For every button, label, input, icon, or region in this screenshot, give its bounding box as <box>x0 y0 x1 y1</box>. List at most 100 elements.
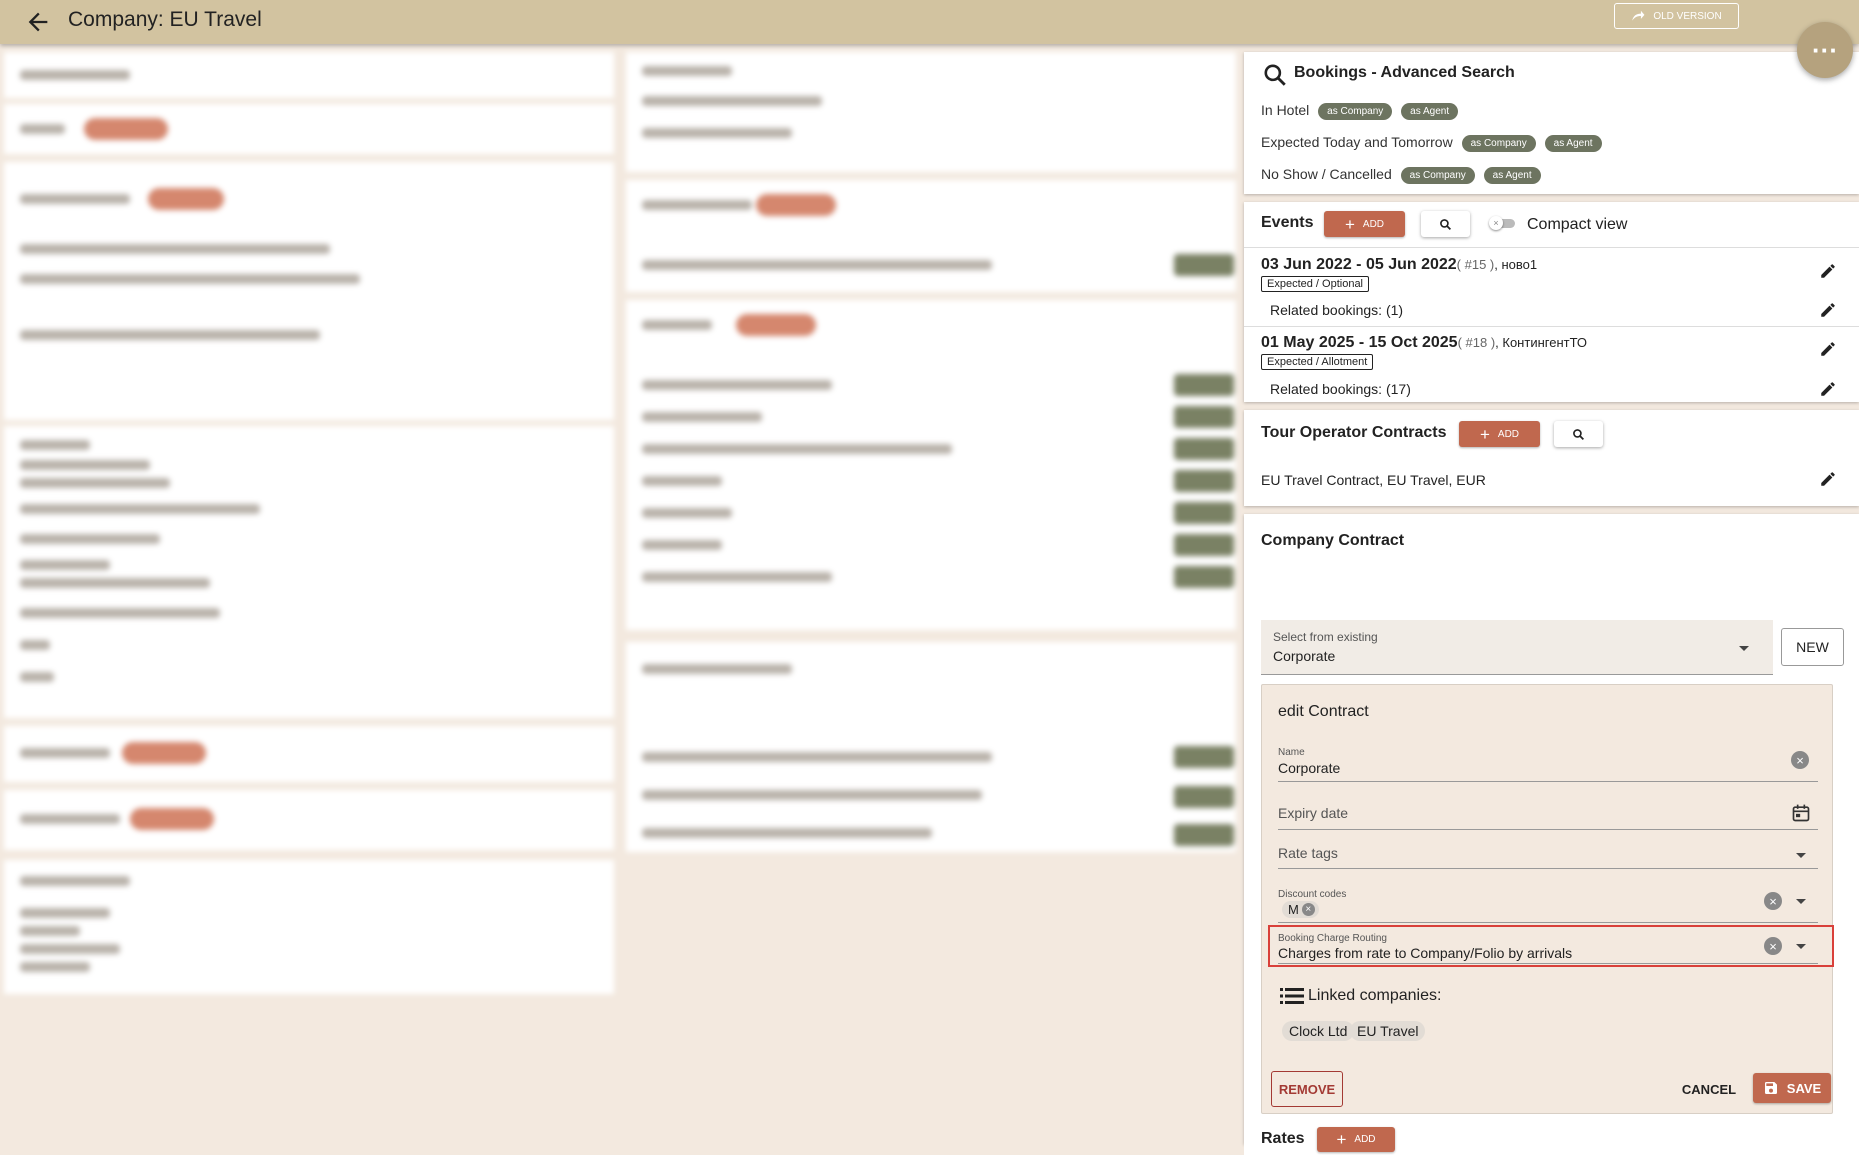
chevron-down-icon[interactable] <box>1796 853 1806 858</box>
as-agent-tag[interactable]: as Agent <box>1483 166 1541 184</box>
search-row-label: Expected Today and Tomorrow <box>1261 134 1453 150</box>
search-events-button[interactable] <box>1421 211 1470 237</box>
event-item-title[interactable]: 03 Jun 2022 - 05 Jun 2022( #15 ), ново1 <box>1261 256 1537 274</box>
edit-pencil-icon[interactable] <box>1819 470 1837 488</box>
as-company-tag[interactable]: as Company <box>1400 166 1475 184</box>
linked-companies-title: Linked companies: <box>1308 987 1442 1004</box>
as-agent-tag[interactable]: as Agent <box>1544 134 1602 152</box>
company-contract-card: Company Contract Select from existing Co… <box>1244 514 1859 1144</box>
chevron-down-icon[interactable] <box>1796 899 1806 904</box>
save-button[interactable]: SAVE <box>1753 1073 1831 1103</box>
chevron-down-icon <box>1739 646 1749 651</box>
as-company-tag[interactable]: as Company <box>1318 102 1393 120</box>
event-status-tag: Expected / Optional <box>1261 276 1370 292</box>
field-underline <box>1278 922 1818 923</box>
blurred-card <box>4 860 614 994</box>
chevron-down-icon[interactable] <box>1796 944 1806 949</box>
add-rate-button[interactable]: + ADD <box>1317 1127 1395 1152</box>
routing-label: Booking Charge Routing <box>1278 933 1387 944</box>
cancel-button[interactable]: CANCEL <box>1673 1073 1745 1105</box>
search-row-noshow: No Show / Cancelled as Company as Agent <box>1261 166 1541 184</box>
calendar-icon[interactable] <box>1791 803 1811 823</box>
contract-select[interactable]: Select from existing Corporate <box>1261 620 1773 675</box>
old-version-button[interactable]: OLD VERSION <box>1614 3 1739 29</box>
events-title: Events <box>1261 214 1314 231</box>
search-tour-contracts-button[interactable] <box>1554 421 1603 447</box>
event-id: ( #15 ) <box>1456 257 1495 272</box>
events-card: Events + ADD × Compact view 03 Jun 2022 -… <box>1244 202 1859 402</box>
clear-routing-icon[interactable]: × <box>1764 937 1782 955</box>
page-title: Company: EU Travel <box>68 8 262 31</box>
as-agent-tag[interactable]: as Agent <box>1401 102 1459 120</box>
edit-pencil-icon[interactable] <box>1819 380 1837 398</box>
edit-pencil-icon[interactable] <box>1819 301 1837 319</box>
name-label: Name <box>1278 747 1305 758</box>
event-item-title[interactable]: 01 May 2025 - 15 Oct 2025( #18 ), Контин… <box>1261 334 1587 352</box>
clear-name-icon[interactable]: × <box>1791 751 1809 769</box>
redo-icon <box>1632 10 1645 21</box>
edit-contract-title: edit Contract <box>1278 703 1369 720</box>
edit-pencil-icon[interactable] <box>1819 340 1837 358</box>
discount-chip: M × <box>1282 901 1319 918</box>
more-actions-button[interactable]: ··· <box>1797 22 1853 78</box>
tour-contract-item[interactable]: EU Travel Contract, EU Travel, EUR <box>1261 472 1486 488</box>
blurred-card <box>4 726 614 782</box>
tour-operator-title: Tour Operator Contracts <box>1261 424 1447 441</box>
top-app-bar: Company: EU Travel OLD VERSION <box>0 0 1859 44</box>
edit-pencil-icon[interactable] <box>1819 262 1837 280</box>
routing-value: Charges from rate to Company/Folio by ar… <box>1278 945 1573 961</box>
divider <box>1244 247 1859 248</box>
search-row-expected: Expected Today and Tomorrow as Company a… <box>1261 134 1602 152</box>
plus-icon: + <box>1479 424 1490 444</box>
blurred-card <box>626 300 1236 630</box>
save-label: SAVE <box>1786 1080 1822 1096</box>
blurred-card <box>626 180 1236 292</box>
booking-charge-routing-field[interactable]: Booking Charge Routing Charges from rate… <box>1268 925 1834 967</box>
new-contract-button[interactable]: NEW <box>1781 628 1844 666</box>
add-tour-contract-button[interactable]: + ADD <box>1459 421 1540 447</box>
rates-title: Rates <box>1261 1130 1305 1147</box>
search-row-label: No Show / Cancelled <box>1261 166 1392 182</box>
plus-icon: + <box>1344 214 1355 234</box>
divider <box>1244 326 1859 327</box>
right-column: Bookings - Advanced Search In Hotel as C… <box>1244 52 1859 1155</box>
add-label: ADD <box>1362 218 1385 230</box>
back-arrow-icon[interactable] <box>24 8 52 36</box>
company-contract-title: Company Contract <box>1261 532 1405 549</box>
discount-chip-label: M <box>1288 902 1299 917</box>
field-underline <box>1278 781 1818 782</box>
select-label: Select from existing <box>1273 630 1378 644</box>
search-row-label: In Hotel <box>1261 102 1310 118</box>
compact-view-toggle[interactable]: × <box>1489 216 1515 230</box>
blurred-card <box>4 426 614 718</box>
add-event-button[interactable]: + ADD <box>1324 211 1405 237</box>
remove-button[interactable]: REMOVE <box>1271 1071 1343 1107</box>
expiry-date-field[interactable]: Expiry date <box>1278 805 1348 821</box>
blurred-card <box>4 162 614 420</box>
related-bookings-link[interactable]: Related bookings: (17) <box>1270 381 1411 397</box>
search-row-in-hotel: In Hotel as Company as Agent <box>1261 102 1459 120</box>
chip-remove-icon[interactable]: × <box>1301 903 1315 916</box>
select-value: Corporate <box>1273 648 1336 664</box>
rate-tags-field[interactable]: Rate tags <box>1278 845 1338 861</box>
search-icon <box>1440 218 1451 230</box>
field-underline <box>1278 868 1818 869</box>
more-dots-icon: ··· <box>1812 34 1838 65</box>
event-status-tag: Expected / Allotment <box>1261 354 1374 370</box>
blurred-card <box>4 104 614 154</box>
clear-discount-icon[interactable]: × <box>1764 892 1782 910</box>
plus-icon: + <box>1336 1130 1347 1149</box>
tour-operator-card: Tour Operator Contracts + ADD EU Travel C… <box>1244 410 1859 506</box>
remove-label: REMOVE <box>1278 1081 1336 1097</box>
related-bookings-link[interactable]: Related bookings: (1) <box>1270 302 1403 318</box>
linked-company-chip: Clock Ltd <box>1282 1021 1355 1041</box>
blurred-card <box>626 52 1236 172</box>
list-icon <box>1280 988 1304 1004</box>
name-field[interactable]: Corporate <box>1278 760 1340 776</box>
search-icon <box>1573 428 1584 440</box>
as-company-tag[interactable]: as Company <box>1461 134 1536 152</box>
save-disk-icon <box>1764 1082 1777 1094</box>
discount-codes-label: Discount codes <box>1278 889 1347 900</box>
event-name: , ново1 <box>1494 257 1538 272</box>
bookings-search-title: Bookings - Advanced Search <box>1294 64 1515 81</box>
